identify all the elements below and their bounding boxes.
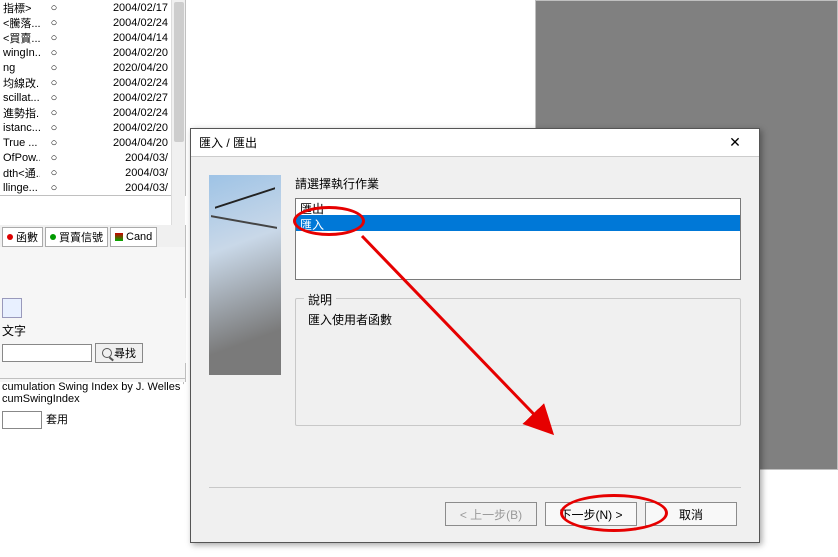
apply-label: 套用	[46, 411, 68, 429]
row-mark: ○	[40, 77, 68, 89]
row-mark: ○	[40, 2, 68, 14]
apply-input[interactable]	[2, 411, 42, 429]
prompt-label: 請選擇執行作業	[295, 175, 741, 192]
row-mark: ○	[40, 137, 68, 149]
row-date: 2004/02/24	[96, 17, 171, 29]
table-row[interactable]: 進勢指...○ 2004/02/24	[0, 105, 185, 120]
table-row[interactable]: llinge...○ 2004/03/	[0, 180, 185, 195]
row-name: 指標>	[0, 0, 40, 16]
dialog-titlebar: 匯入 / 匯出 ✕	[191, 129, 759, 157]
row-mark: ○	[40, 107, 68, 119]
list-item-import[interactable]: 匯入	[296, 215, 740, 231]
table-scrollbar[interactable]	[171, 0, 185, 225]
tab-label: 函數	[16, 229, 38, 245]
tab-candle[interactable]: Cand	[110, 227, 157, 247]
table-row[interactable]: 指標>○ 2004/02/17	[0, 0, 185, 15]
wizard-image	[209, 175, 281, 375]
row-date: 2004/02/17	[96, 2, 171, 14]
row-mark: ○	[40, 122, 68, 134]
table-row[interactable]: istanc...○ 2004/02/20	[0, 120, 185, 135]
row-date: 2004/03/	[96, 182, 171, 194]
background-table: 指標>○2004/02/17<騰落...○2004/02/24<買賣...○20…	[0, 0, 186, 196]
row-mark: ○	[40, 17, 68, 29]
dialog-title: 匯入 / 匯出	[199, 134, 257, 151]
row-name: OfPow...	[0, 152, 40, 164]
tab-signals[interactable]: 買賣信號	[45, 227, 108, 247]
row-date: 2004/04/20	[96, 137, 171, 149]
operation-listbox[interactable]: 匯出 匯入	[295, 198, 741, 280]
row-mark: ○	[40, 92, 68, 104]
left-info-panel: 文字 尋找	[0, 298, 186, 363]
group-text: 匯入使用者函數	[308, 311, 728, 328]
row-mark: ○	[40, 47, 68, 59]
desc-line2: cumSwingIndex	[2, 393, 184, 405]
table-row[interactable]: scillat...○ 2004/02/27	[0, 90, 185, 105]
row-name: True ...	[0, 137, 40, 149]
row-name: <買賣...	[0, 30, 40, 46]
row-date: 2004/02/20	[96, 47, 171, 59]
table-row[interactable]: <騰落...○ 2004/02/24	[0, 15, 185, 30]
row-date: 2004/03/	[96, 152, 171, 164]
description-group: 說明 匯入使用者函數	[295, 298, 741, 426]
row-name: scillat...	[0, 92, 40, 104]
dialog-buttons: < 上一步(B) 下一步(N) > 取消	[191, 488, 759, 542]
row-name: wingIn...	[0, 47, 40, 59]
table-row[interactable]: <買賣...○ 2004/04/14	[0, 30, 185, 45]
row-mark: ○	[40, 152, 68, 164]
table-row[interactable]: 均線改...○ 2004/02/24	[0, 75, 185, 90]
table-row[interactable]: wingIn...○ 2004/02/20	[0, 45, 185, 60]
row-date: 2004/03/	[96, 167, 171, 179]
row-date: 2020/04/20	[96, 62, 171, 74]
bar-icon	[115, 233, 123, 241]
group-legend: 說明	[304, 291, 336, 308]
search-input[interactable]	[2, 344, 92, 362]
row-date: 2004/02/24	[96, 107, 171, 119]
table-row[interactable]: True ...○ 2004/04/20	[0, 135, 185, 150]
description-block: cumulation Swing Index by J. Welles W cu…	[0, 378, 186, 431]
row-name: dth<通...	[0, 165, 40, 181]
text-label: 文字	[2, 320, 186, 341]
list-item-export[interactable]: 匯出	[296, 199, 740, 215]
search-icon	[102, 348, 112, 358]
row-name: 均線改...	[0, 75, 40, 91]
row-name: ng	[0, 62, 40, 74]
tab-functions[interactable]: 函數	[2, 227, 43, 247]
row-name: istanc...	[0, 122, 40, 134]
row-date: 2004/02/20	[96, 122, 171, 134]
row-date: 2004/04/14	[96, 32, 171, 44]
row-mark: ○	[40, 32, 68, 44]
search-button-label: 尋找	[114, 345, 136, 361]
tab-label: Cand	[126, 231, 152, 243]
back-button: < 上一步(B)	[445, 502, 537, 526]
scrollbar-thumb[interactable]	[174, 2, 184, 142]
row-date: 2004/02/27	[96, 92, 171, 104]
row-name: llinge...	[0, 182, 40, 194]
dot-icon	[7, 234, 13, 240]
info-icon	[2, 298, 22, 318]
table-row[interactable]: ng○ 2020/04/20	[0, 60, 185, 75]
table-row[interactable]: dth<通...○ 2004/03/	[0, 165, 185, 180]
tab-label: 買賣信號	[59, 229, 103, 245]
desc-line1: cumulation Swing Index by J. Welles W	[2, 381, 184, 393]
row-mark: ○	[40, 167, 68, 179]
row-name: 進勢指...	[0, 105, 40, 121]
next-button[interactable]: 下一步(N) >	[545, 502, 637, 526]
row-mark: ○	[40, 62, 68, 74]
dot-icon	[50, 234, 56, 240]
row-name: <騰落...	[0, 15, 40, 31]
row-date: 2004/02/24	[96, 77, 171, 89]
table-row[interactable]: OfPow...○ 2004/03/	[0, 150, 185, 165]
import-export-dialog: 匯入 / 匯出 ✕ 請選擇執行作業 匯出 匯入 說明 匯入使用者函數 < 上一步…	[190, 128, 760, 543]
search-button[interactable]: 尋找	[95, 343, 143, 363]
row-mark: ○	[40, 182, 68, 194]
close-button[interactable]: ✕	[719, 132, 751, 154]
cancel-button[interactable]: 取消	[645, 502, 737, 526]
